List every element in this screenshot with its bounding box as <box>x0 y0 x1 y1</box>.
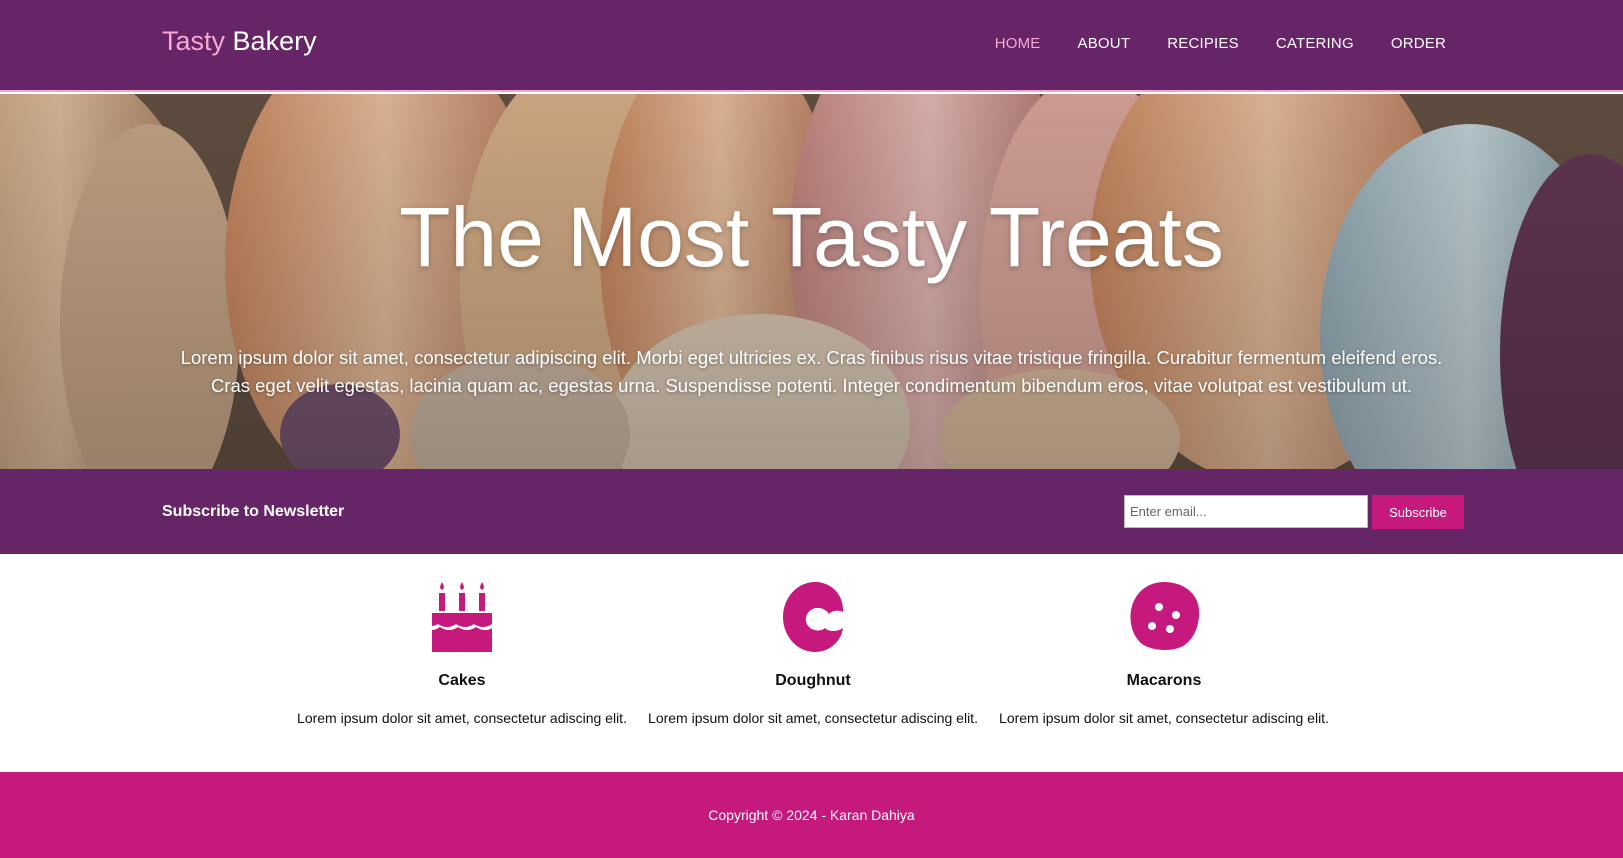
feature-text: Lorem ipsum dolor sit amet, consectetur … <box>297 710 627 726</box>
feature-macarons: Macarons Lorem ipsum dolor sit amet, con… <box>994 580 1334 726</box>
newsletter-label: Subscribe to Newsletter <box>162 503 345 520</box>
nav-home[interactable]: HOME <box>995 35 1041 52</box>
features-section: Cakes Lorem ipsum dolor sit amet, consec… <box>0 554 1623 772</box>
newsletter-email-input[interactable] <box>1124 495 1368 528</box>
hero-section: The Most Tasty Treats Lorem ipsum dolor … <box>0 94 1623 469</box>
subscribe-button[interactable]: Subscribe <box>1372 495 1464 529</box>
doughnut-icon <box>783 582 843 652</box>
newsletter-bar: Subscribe to Newsletter Subscribe <box>0 469 1623 554</box>
logo-text-tasty: Tasty <box>162 26 226 56</box>
feature-title: Macarons <box>1126 672 1202 689</box>
feature-text: Lorem ipsum dolor sit amet, consectetur … <box>648 710 978 726</box>
site-header: Tasty Bakery HOME ABOUT RECIPIES CATERIN… <box>0 0 1623 92</box>
feature-title: Doughnut <box>775 672 851 689</box>
footer-copyright: Copyright © 2024 - Karan Dahiya <box>708 807 915 823</box>
main-nav: HOME ABOUT RECIPIES CATERING ORDER <box>995 35 1446 52</box>
hero-text: Lorem ipsum dolor sit amet, consectetur … <box>180 347 1443 396</box>
nav-about[interactable]: ABOUT <box>1078 35 1131 52</box>
hero-title: The Most Tasty Treats <box>399 190 1224 284</box>
birthday-cake-icon <box>432 582 492 652</box>
cookie-icon <box>1130 582 1200 650</box>
feature-title: Cakes <box>438 672 486 689</box>
feature-cakes: Cakes Lorem ipsum dolor sit amet, consec… <box>292 580 632 726</box>
nav-catering[interactable]: CATERING <box>1276 35 1354 52</box>
site-logo[interactable]: Tasty Bakery <box>162 26 317 57</box>
site-footer: Copyright © 2024 - Karan Dahiya <box>0 772 1623 858</box>
nav-order[interactable]: ORDER <box>1391 35 1446 52</box>
feature-doughnut: Doughnut Lorem ipsum dolor sit amet, con… <box>643 580 983 726</box>
logo-text-bakery: Bakery <box>232 26 317 56</box>
nav-recipies[interactable]: RECIPIES <box>1167 35 1239 52</box>
feature-text: Lorem ipsum dolor sit amet, consectetur … <box>999 710 1329 726</box>
